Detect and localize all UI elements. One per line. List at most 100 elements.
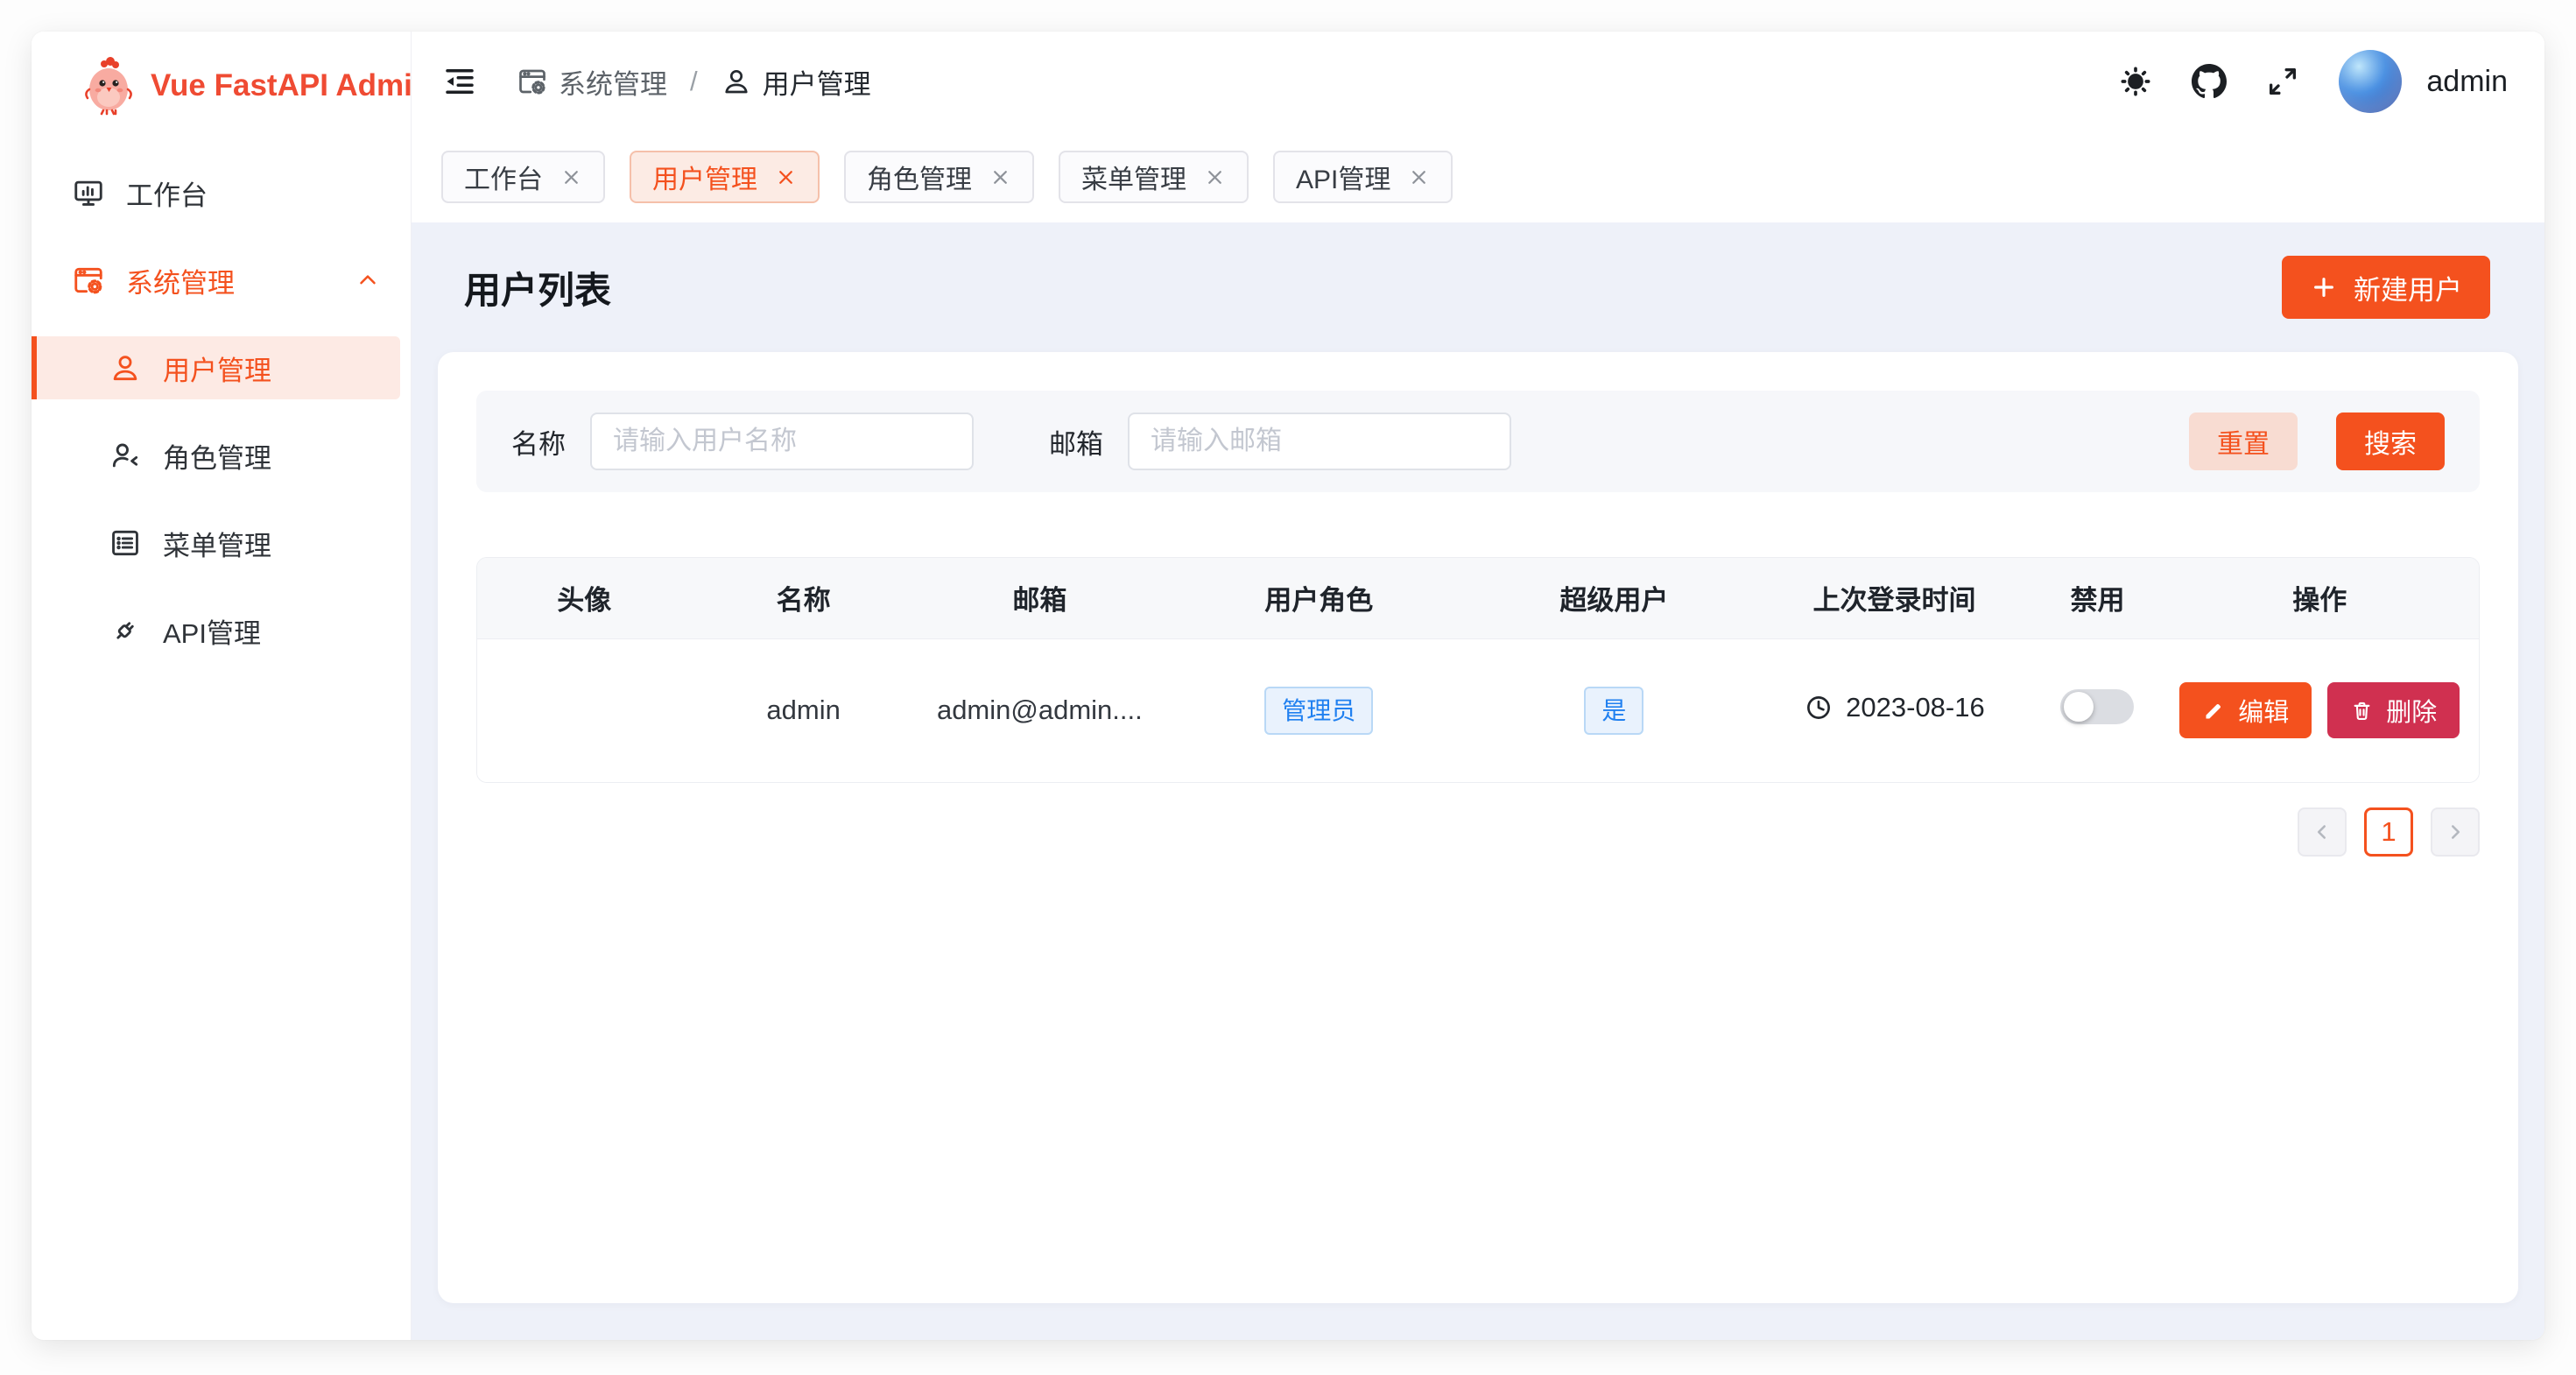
github-button[interactable] — [2192, 64, 2227, 99]
api-plug-icon — [109, 614, 142, 647]
sidebar-item-apis[interactable]: API管理 — [42, 599, 400, 662]
close-icon — [1408, 166, 1430, 188]
close-tab-button[interactable] — [1408, 166, 1430, 188]
sidebar-item-users[interactable]: 用户管理 — [32, 336, 400, 399]
breadcrumb: 系统管理 / 用户管理 — [517, 62, 871, 102]
breadcrumb-item-users[interactable]: 用户管理 — [721, 62, 871, 102]
app-title: Vue FastAPI Admin — [151, 68, 431, 103]
sidebar-item-menus[interactable]: 菜单管理 — [42, 511, 400, 575]
cell-role: 管理员 — [1164, 638, 1474, 782]
sidebar-item-label: 工作台 — [126, 173, 208, 213]
page-title: 用户列表 — [464, 261, 611, 314]
reset-button[interactable]: 重置 — [2189, 412, 2298, 470]
role-tag: 管理员 — [1264, 687, 1373, 735]
email-filter-input[interactable] — [1128, 412, 1511, 470]
user-icon — [109, 351, 142, 384]
cell-avatar — [477, 638, 692, 782]
app-logo[interactable]: Vue FastAPI Admin — [32, 32, 411, 138]
breadcrumb-item-system[interactable]: 系统管理 — [517, 62, 667, 102]
new-user-button[interactable]: 新建用户 — [2282, 256, 2490, 319]
close-tab-button[interactable] — [560, 166, 582, 188]
cell-actions: 编辑 删除 — [2160, 638, 2479, 782]
close-tab-button[interactable] — [989, 166, 1011, 188]
sun-icon — [2118, 64, 2153, 99]
column-header-disabled: 禁用 — [2034, 558, 2160, 638]
pagination-next-button[interactable] — [2431, 807, 2480, 857]
email-filter-label: 邮箱 — [1049, 422, 1103, 462]
github-icon — [2192, 64, 2227, 99]
delete-button[interactable]: 删除 — [2327, 682, 2460, 738]
filter-bar: 名称 邮箱 重置 搜索 — [476, 391, 2480, 492]
top-header: 系统管理 / 用户管理 — [412, 32, 2544, 131]
tab-apis[interactable]: API管理 — [1273, 151, 1453, 203]
sidebar-item-label: 用户管理 — [163, 349, 271, 388]
breadcrumb-label: 用户管理 — [763, 62, 871, 102]
tab-menus[interactable]: 菜单管理 — [1059, 151, 1249, 203]
page-header: 用户列表 新建用户 — [438, 222, 2518, 352]
sidebar-menu: 工作台 系统管理 用户管理 — [32, 138, 411, 687]
user-avatar[interactable] — [2339, 50, 2402, 113]
chevron-right-icon — [2444, 821, 2467, 843]
chevron-up-icon — [355, 267, 381, 293]
users-table: 头像 名称 邮箱 用户角色 超级用户 上次登录时间 禁用 操作 — [476, 557, 2480, 783]
name-filter-label: 名称 — [511, 422, 566, 462]
chevron-left-icon — [2311, 821, 2333, 843]
tab-users[interactable]: 用户管理 — [630, 151, 820, 203]
page-content: 用户列表 新建用户 名称 邮箱 重置 搜索 — [412, 222, 2544, 1340]
close-tab-button[interactable] — [775, 166, 797, 188]
close-icon — [989, 166, 1011, 188]
edit-button-label: 编辑 — [2238, 692, 2289, 729]
close-tab-button[interactable] — [1204, 166, 1226, 188]
column-header-role: 用户角色 — [1164, 558, 1474, 638]
close-icon — [1204, 166, 1226, 188]
pagination: 1 — [476, 807, 2480, 857]
edit-button[interactable]: 编辑 — [2179, 682, 2312, 738]
sidebar: Vue FastAPI Admin 工作台 系统管理 — [32, 32, 412, 1340]
workbench-icon — [72, 176, 105, 209]
breadcrumb-label: 系统管理 — [559, 62, 667, 102]
tab-roles[interactable]: 角色管理 — [844, 151, 1034, 203]
tab-label: 菜单管理 — [1081, 158, 1186, 196]
pagination-page-1[interactable]: 1 — [2364, 807, 2413, 857]
cell-disabled — [2034, 638, 2160, 782]
disabled-toggle[interactable] — [2060, 689, 2134, 724]
main-area: 系统管理 / 用户管理 — [412, 32, 2544, 1340]
fullscreen-button[interactable] — [2265, 64, 2300, 99]
tab-label: API管理 — [1296, 158, 1390, 196]
close-icon — [560, 166, 582, 188]
clock-icon — [1804, 693, 1833, 723]
pencil-icon — [2202, 699, 2226, 723]
name-filter-input[interactable] — [590, 412, 974, 470]
system-gear-window-icon — [72, 264, 105, 297]
cell-name: admin — [692, 638, 916, 782]
column-header-superuser: 超级用户 — [1474, 558, 1754, 638]
pagination-prev-button[interactable] — [2298, 807, 2347, 857]
role-user-icon — [109, 439, 142, 472]
tab-label: 工作台 — [464, 158, 543, 196]
chick-logo-icon — [81, 56, 137, 116]
column-header-actions: 操作 — [2160, 558, 2479, 638]
column-header-avatar: 头像 — [477, 558, 692, 638]
sidebar-item-roles[interactable]: 角色管理 — [42, 424, 400, 487]
sidebar-item-workbench[interactable]: 工作台 — [42, 161, 400, 224]
tab-workbench[interactable]: 工作台 — [441, 151, 605, 203]
table-header-row: 头像 名称 邮箱 用户角色 超级用户 上次登录时间 禁用 操作 — [477, 558, 2479, 638]
theme-toggle-button[interactable] — [2118, 64, 2153, 99]
column-header-name: 名称 — [692, 558, 916, 638]
toggle-knob — [2064, 692, 2094, 722]
table-row: admin admin@admin.... 管理员 是 — [477, 638, 2479, 782]
sidebar-item-label: 菜单管理 — [163, 524, 271, 563]
sidebar-item-label: 系统管理 — [126, 261, 235, 300]
trash-icon — [2350, 699, 2374, 723]
tab-label: 角色管理 — [867, 158, 972, 196]
search-button[interactable]: 搜索 — [2336, 412, 2445, 470]
header-username[interactable]: admin — [2426, 65, 2508, 99]
collapse-sidebar-button[interactable] — [441, 63, 478, 100]
sidebar-item-system[interactable]: 系统管理 — [42, 249, 400, 312]
header-actions: admin — [2118, 50, 2508, 113]
fullscreen-icon — [2265, 64, 2300, 99]
tab-bar: 工作台 用户管理 角色管理 菜单管理 API管理 — [412, 131, 2544, 222]
app-window: Vue FastAPI Admin 工作台 系统管理 — [32, 32, 2544, 1340]
close-icon — [775, 166, 797, 188]
system-gear-window-icon — [517, 66, 548, 97]
